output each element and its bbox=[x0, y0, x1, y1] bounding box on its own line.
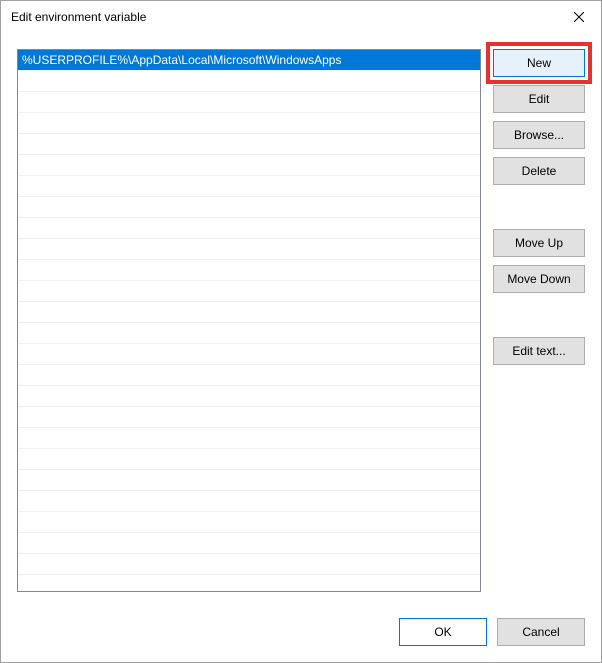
list-item[interactable] bbox=[18, 344, 480, 365]
edit-text-button[interactable]: Edit text... bbox=[493, 337, 585, 365]
footer: OK Cancel bbox=[1, 606, 601, 662]
content-area: %USERPROFILE%\AppData\Local\Microsoft\Wi… bbox=[1, 33, 601, 606]
list-item[interactable] bbox=[18, 239, 480, 260]
path-listbox[interactable]: %USERPROFILE%\AppData\Local\Microsoft\Wi… bbox=[17, 49, 481, 592]
new-button[interactable]: New bbox=[493, 49, 585, 77]
list-item[interactable] bbox=[18, 218, 480, 239]
list-item[interactable] bbox=[18, 386, 480, 407]
list-item[interactable] bbox=[18, 365, 480, 386]
spacer bbox=[493, 193, 585, 229]
list-item[interactable] bbox=[18, 302, 480, 323]
list-item[interactable] bbox=[18, 323, 480, 344]
move-up-button[interactable]: Move Up bbox=[493, 229, 585, 257]
spacer bbox=[493, 301, 585, 337]
close-icon bbox=[574, 12, 584, 22]
list-item[interactable] bbox=[18, 92, 480, 113]
move-down-button[interactable]: Move Down bbox=[493, 265, 585, 293]
window-title: Edit environment variable bbox=[11, 10, 146, 24]
list-item[interactable] bbox=[18, 428, 480, 449]
list-item[interactable] bbox=[18, 491, 480, 512]
titlebar: Edit environment variable bbox=[1, 1, 601, 33]
list-item[interactable] bbox=[18, 554, 480, 575]
list-item[interactable] bbox=[18, 533, 480, 554]
list-item[interactable] bbox=[18, 281, 480, 302]
list-item[interactable] bbox=[18, 449, 480, 470]
side-button-panel: New Edit Browse... Delete Move Up Move D… bbox=[493, 49, 585, 606]
list-item[interactable] bbox=[18, 512, 480, 533]
list-item[interactable] bbox=[18, 407, 480, 428]
browse-button[interactable]: Browse... bbox=[493, 121, 585, 149]
delete-button[interactable]: Delete bbox=[493, 157, 585, 185]
list-item[interactable] bbox=[18, 155, 480, 176]
annotation-highlight: New bbox=[486, 42, 592, 84]
close-button[interactable] bbox=[556, 2, 601, 32]
list-item[interactable] bbox=[18, 176, 480, 197]
list-item[interactable] bbox=[18, 134, 480, 155]
list-item[interactable] bbox=[18, 197, 480, 218]
list-item[interactable] bbox=[18, 260, 480, 281]
list-item[interactable] bbox=[18, 71, 480, 92]
list-item[interactable] bbox=[18, 470, 480, 491]
list-item[interactable]: %USERPROFILE%\AppData\Local\Microsoft\Wi… bbox=[18, 50, 480, 71]
ok-button[interactable]: OK bbox=[399, 618, 487, 646]
edit-button[interactable]: Edit bbox=[493, 85, 585, 113]
cancel-button[interactable]: Cancel bbox=[497, 618, 585, 646]
list-item[interactable] bbox=[18, 113, 480, 134]
